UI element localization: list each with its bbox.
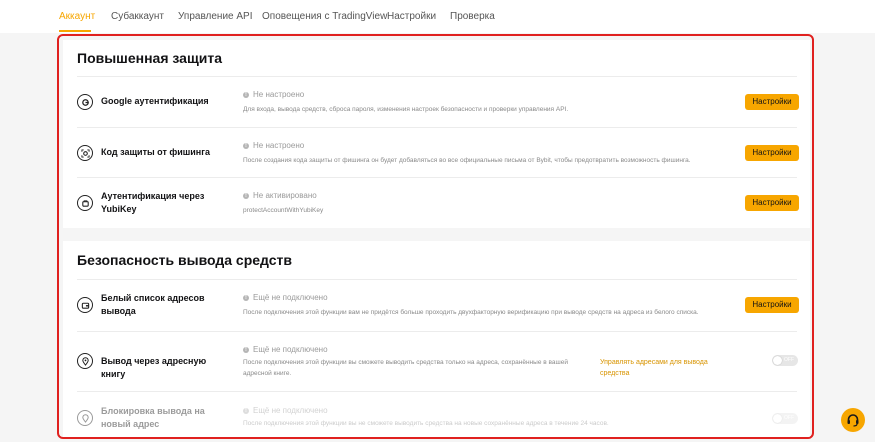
row-description: После подключения этой функции вам не пр…: [243, 309, 699, 316]
row-description: После создания кода защиты от фишинга он…: [243, 157, 691, 164]
divider: [77, 127, 797, 128]
section-title: Повышенная защита: [77, 50, 223, 66]
divider: [77, 177, 797, 178]
divider: [77, 391, 797, 392]
anti-phishing-icon: [77, 145, 93, 161]
google-auth-settings-button[interactable]: Настройки: [745, 94, 799, 110]
status-label: Ещё не подключено: [253, 293, 328, 302]
tab-subaccount[interactable]: Субаккаунт: [111, 11, 164, 22]
withdrawal-security-card: Безопасность вывода средств Белый список…: [63, 241, 810, 437]
anti-phishing-settings-button[interactable]: Настройки: [745, 145, 799, 161]
tab-account[interactable]: Аккаунт: [59, 11, 95, 22]
status-text: ! Не настроено: [243, 141, 304, 150]
row-description: После подключения этой функции вы сможет…: [243, 359, 568, 377]
location-pin-icon: [77, 353, 93, 369]
tab-bar: Аккаунт Субаккаунт Управление API Оповещ…: [0, 0, 875, 33]
row-description: После подключения этой функции вы не смо…: [243, 420, 609, 427]
toggle-knob: [773, 414, 782, 423]
new-address-lock-toggle[interactable]: OFF: [772, 413, 798, 424]
row-title: Google аутентификация: [101, 96, 209, 106]
status-text: ! Не активировано: [243, 191, 317, 200]
tab-api-management[interactable]: Управление API: [178, 11, 253, 22]
advanced-protection-card: Повышенная защита Google аутентификация …: [63, 40, 810, 228]
divider: [77, 279, 797, 280]
status-text: ! Ещё не подключено: [243, 293, 328, 302]
yubikey-settings-button[interactable]: Настройки: [745, 195, 799, 211]
info-icon: !: [243, 346, 249, 353]
yubikey-icon: [77, 195, 93, 211]
info-icon: !: [243, 294, 249, 301]
lock-pin-icon: [77, 410, 93, 426]
status-label: Не настроено: [253, 141, 305, 150]
row-title: Код защиты от фишинга: [101, 147, 210, 157]
status-text: ! Ещё не подключено: [243, 345, 328, 354]
info-icon: !: [243, 192, 249, 199]
tab-verification[interactable]: Проверка: [450, 11, 495, 22]
whitelist-settings-button[interactable]: Настройки: [745, 297, 799, 313]
support-chat-button[interactable]: [841, 408, 865, 432]
status-label: Ещё не подключено: [253, 345, 328, 354]
row-description: protectAccountWithYubiKey: [243, 207, 324, 214]
manage-withdrawal-addresses-link[interactable]: Управлять адресами для вывода средства: [600, 357, 710, 379]
tab-settings[interactable]: Настройки: [387, 11, 436, 22]
status-text: ! Ещё не подключено: [243, 406, 328, 415]
headset-icon: [847, 414, 859, 427]
active-tab-indicator: [59, 30, 91, 32]
row-title: Блокировка вывода на новый адрес: [101, 406, 205, 429]
section-title: Безопасность вывода средств: [77, 252, 292, 268]
divider: [77, 76, 797, 77]
info-icon: !: [243, 407, 249, 414]
wallet-icon: [77, 297, 93, 313]
status-label: Ещё не подключено: [253, 406, 328, 415]
row-title: Белый список адресов вывода: [101, 293, 205, 316]
row-title: Вывод через адресную книгу: [101, 356, 207, 379]
google-authenticator-icon: [77, 94, 93, 110]
row-description: Для входа, вывода средств, сброса пароля…: [243, 106, 569, 113]
tab-tradingview-alerts[interactable]: Оповещения с TradingView: [262, 11, 387, 22]
toggle-label: OFF: [784, 415, 794, 421]
info-icon: !: [243, 91, 249, 98]
toggle-knob: [773, 356, 782, 365]
row-title: Аутентификация через YubiKey: [101, 191, 205, 214]
toggle-label: OFF: [784, 357, 794, 363]
status-label: Не активировано: [253, 191, 317, 200]
security-settings-panel: Повышенная защита Google аутентификация …: [57, 34, 814, 439]
status-text: ! Не настроено: [243, 90, 304, 99]
info-icon: !: [243, 142, 249, 149]
status-label: Не настроено: [253, 90, 305, 99]
address-book-toggle[interactable]: OFF: [772, 355, 798, 366]
divider: [77, 331, 797, 332]
